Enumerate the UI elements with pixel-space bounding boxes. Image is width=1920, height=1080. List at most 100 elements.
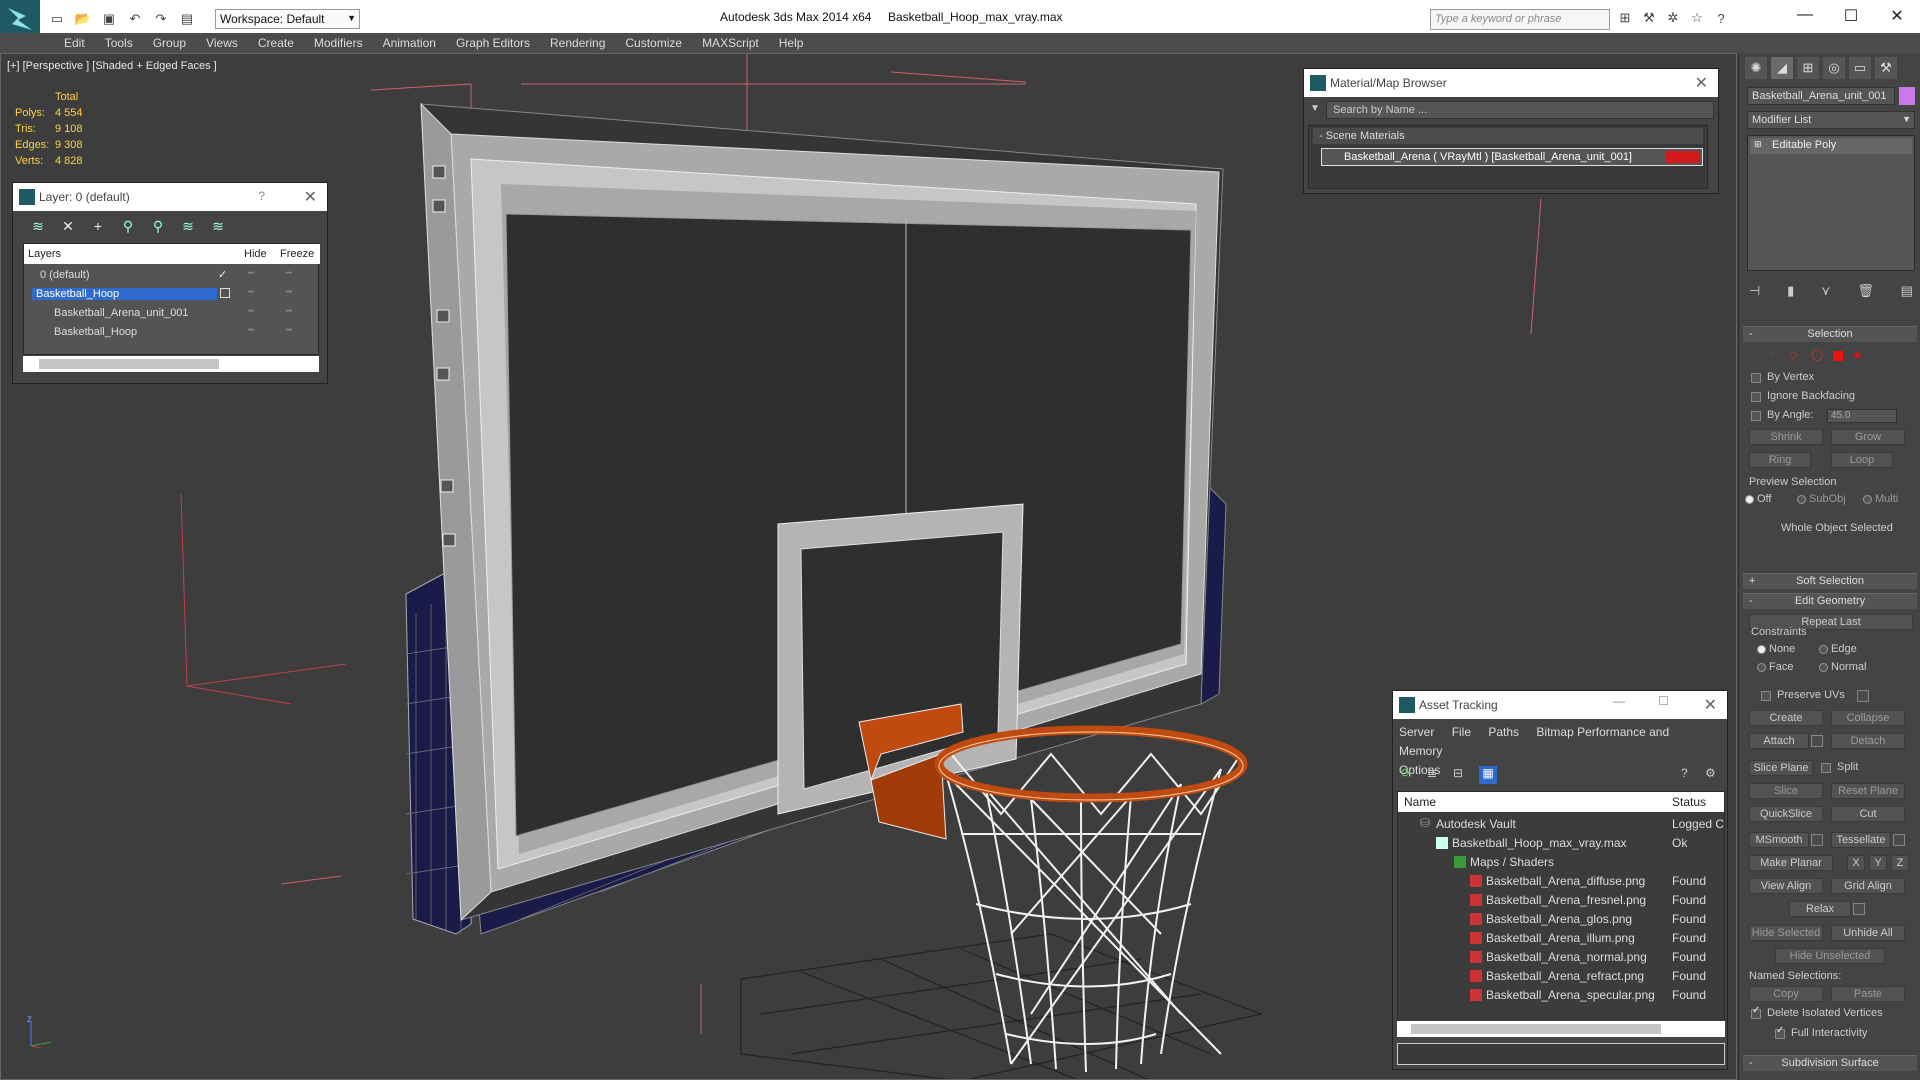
constraint-edge-radio[interactable] [1819,645,1828,654]
help-icon[interactable]: ? [258,189,265,203]
configure-sets-icon[interactable]: ▤ [1901,283,1913,299]
create-tab-icon[interactable]: ✺ [1745,57,1767,79]
open-file-icon[interactable]: 📂 [74,10,92,28]
favorites-star-icon[interactable]: ☆ [1688,9,1706,27]
close-icon[interactable]: ✕ [304,187,317,207]
keyword-search-input[interactable]: Type a keyword or phrase [1430,9,1610,30]
loop-button[interactable]: Loop [1831,452,1893,468]
relax-button[interactable]: Relax [1789,901,1851,917]
layer-row[interactable]: Basketball_Arena_unit_001 ┅ ┅ [24,304,320,323]
menu-help[interactable]: Help [769,33,814,53]
planar-y-button[interactable]: Y [1869,855,1887,871]
tessellate-button[interactable]: Tessellate [1831,832,1891,848]
close-icon[interactable]: ✕ [1695,73,1708,93]
refresh-icon[interactable]: ⟳ [1401,766,1411,780]
menu-paths[interactable]: Paths [1488,725,1519,739]
column-name[interactable]: Name [1404,795,1436,809]
menu-maxscript[interactable]: MAXScript [692,33,769,53]
asset-row[interactable]: Maps / Shaders [1398,852,1724,871]
minimize-icon[interactable]: — [1613,694,1625,708]
column-layers[interactable]: Layers [28,248,61,260]
selection-rollout-header[interactable]: - Selection [1743,326,1917,342]
highlight-layer-icon[interactable]: ⚲ [149,217,167,235]
cut-button[interactable]: Cut [1831,806,1905,822]
preview-multi-radio[interactable] [1863,495,1872,504]
angle-spinner[interactable]: 45.0 [1827,409,1897,423]
menu-rendering[interactable]: Rendering [540,33,615,53]
collapse-button[interactable]: Collapse [1831,710,1905,726]
quickslice-button[interactable]: QuickSlice [1749,806,1823,822]
tessellate-settings-icon[interactable] [1893,834,1905,846]
project-folder-icon[interactable]: ▤ [178,10,196,28]
binoculars-icon[interactable]: ⊞ [1616,9,1634,27]
modifier-list-dropdown[interactable]: Modifier List ▼ [1747,111,1915,129]
asset-path-field[interactable] [1397,1043,1725,1065]
hide-unselected-button[interactable]: Hide Unselected [1775,948,1885,964]
menu-server[interactable]: Server [1399,725,1434,739]
workspace-dropdown[interactable]: Workspace: Default ▼ [215,9,360,29]
save-icon[interactable]: ▣ [100,10,118,28]
asset-horizontal-scrollbar[interactable] [1397,1021,1725,1037]
menu-views[interactable]: Views [196,33,248,53]
asset-row[interactable]: Basketball_Arena_fresnel.png Found [1398,890,1724,909]
asset-row[interactable]: Basketball_Arena_specular.png Found [1398,985,1724,1004]
attach-list-icon[interactable] [1811,735,1823,747]
object-name-field[interactable]: Basketball_Arena_unit_001 [1747,87,1895,105]
ignore-backfacing-checkbox[interactable] [1751,392,1761,402]
viewport-label[interactable]: [+] [Perspective ] [Shaded + Edged Faces… [7,60,217,72]
close-window-button[interactable]: ✕ [1882,6,1912,30]
material-search-input[interactable]: Search by Name ... [1326,101,1714,119]
soft-selection-rollout-header[interactable]: + Soft Selection [1743,573,1917,589]
asset-row[interactable]: Basketball_Arena_normal.png Found [1398,947,1724,966]
msmooth-settings-icon[interactable] [1811,834,1823,846]
menu-file[interactable]: File [1452,725,1471,739]
select-layer-icon[interactable]: ⚲ [119,217,137,235]
menu-graph-editors[interactable]: Graph Editors [446,33,540,53]
new-file-icon[interactable]: ▭ [48,10,66,28]
modify-tab-icon[interactable]: ◢ [1771,57,1793,79]
attach-button[interactable]: Attach [1749,733,1809,749]
reset-plane-button[interactable]: Reset Plane [1831,783,1905,799]
communication-icon[interactable]: ✲ [1664,9,1682,27]
help-icon[interactable]: ? [1712,9,1730,27]
help-icon[interactable]: ? [1681,766,1688,780]
constraint-none-radio[interactable] [1757,645,1766,654]
constraint-face-radio[interactable] [1757,663,1766,672]
layer-row[interactable]: Basketball_Hoop ┅ ┅ [24,323,320,342]
freeze-toggle[interactable]: ┅ [286,268,292,279]
split-checkbox[interactable] [1821,763,1831,773]
layer-row[interactable]: 0 (default) ✓ ┅ ┅ [24,266,320,285]
constraint-normal-radio[interactable] [1819,663,1828,672]
maximize-icon[interactable]: ☐ [1658,694,1669,708]
preserve-uvs-settings-icon[interactable] [1857,690,1869,702]
stack-item-editable-poly[interactable]: ⊞ Editable Poly [1750,138,1912,154]
slice-plane-button[interactable]: Slice Plane [1749,760,1813,776]
ring-button[interactable]: Ring [1749,452,1811,468]
polygon-mode-icon[interactable] [1833,351,1843,361]
element-mode-icon[interactable]: ◈ [1853,348,1861,361]
remove-modifier-icon[interactable]: 🗑 [1857,283,1874,299]
asset-row[interactable]: Basketball_Arena_illum.png Found [1398,928,1724,947]
show-end-result-icon[interactable]: ▮ [1787,283,1794,299]
hide-toggle[interactable]: ┅ [248,325,254,336]
freeze-toggle[interactable]: ┅ [286,287,292,298]
undo-icon[interactable]: ↶ [126,10,144,28]
maximize-button[interactable]: ☐ [1836,6,1866,30]
paste-button[interactable]: Paste [1831,986,1905,1002]
motion-tab-icon[interactable]: ◎ [1823,57,1845,79]
material-item[interactable]: Basketball_Arena ( VRayMtl ) [Basketball… [1321,148,1703,166]
by-angle-checkbox[interactable] [1751,411,1761,421]
hide-toggle[interactable]: ┅ [248,268,254,279]
copy-button[interactable]: Copy [1749,986,1823,1002]
hide-toggle[interactable]: ┅ [248,287,254,298]
planar-x-button[interactable]: X [1847,855,1865,871]
menu-animation[interactable]: Animation [373,33,446,53]
view-align-button[interactable]: View Align [1749,878,1823,894]
by-vertex-checkbox[interactable] [1751,373,1761,383]
layer-window-header[interactable]: Layer: 0 (default) ? ✕ [13,183,327,211]
asset-row[interactable]: Basketball_Hoop_max_vray.max Ok [1398,833,1724,852]
preview-subobj-radio[interactable] [1797,495,1806,504]
display-tab-icon[interactable]: ▭ [1849,57,1871,79]
detach-button[interactable]: Detach [1831,733,1905,749]
scroll-thumb[interactable] [1411,1024,1661,1034]
